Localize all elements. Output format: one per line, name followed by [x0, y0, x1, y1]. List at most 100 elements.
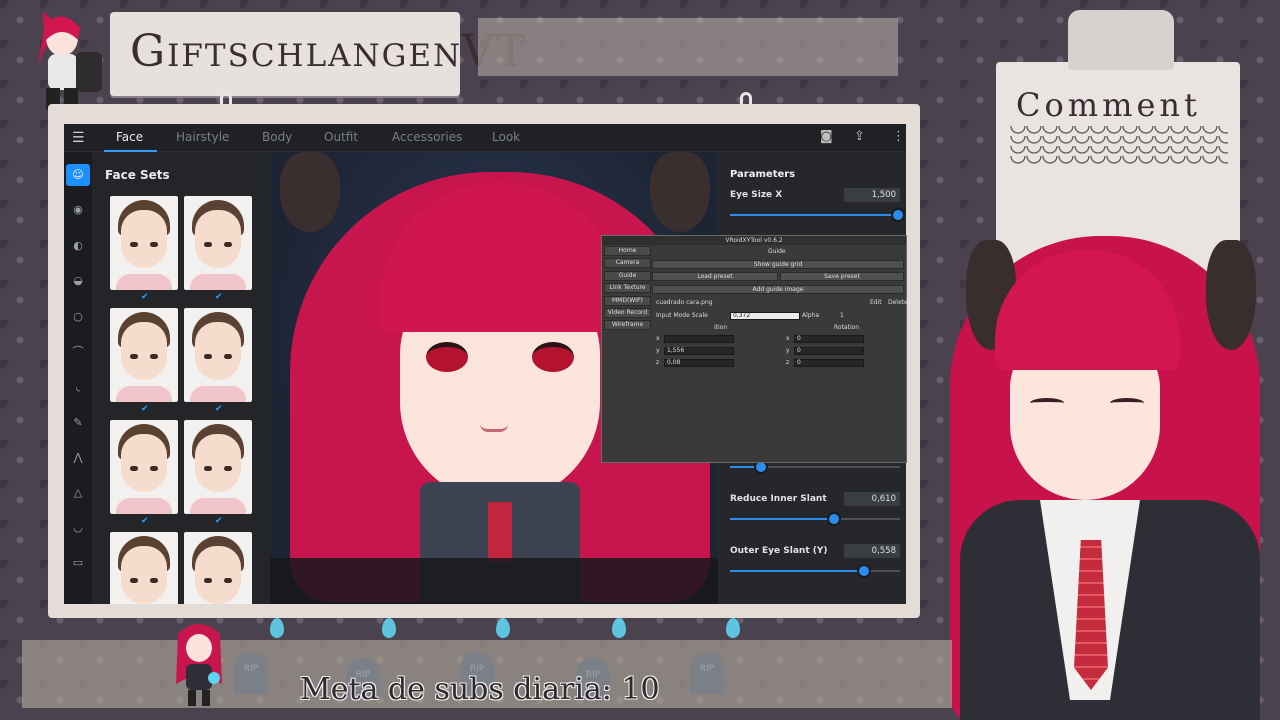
avatar-tie [488, 502, 512, 562]
selected-check-icon: ✔ [141, 292, 149, 302]
dialog-nav-mmd[interactable]: MMD(WIP) [604, 295, 651, 306]
parameter-label: Eye Size X [730, 190, 783, 200]
eyebrow-icon[interactable]: ⌒ [70, 344, 86, 360]
selected-check-icon: ✔ [215, 516, 223, 526]
chin-icon[interactable]: ◡ [70, 520, 86, 536]
tab-face[interactable]: Face [103, 130, 158, 152]
more-icon[interactable]: ⋮ [892, 129, 905, 144]
spirit-flame-icon [612, 618, 626, 638]
jaw-icon[interactable]: ◟ [70, 379, 86, 395]
pos-y-input[interactable]: 1,556 [664, 347, 734, 355]
rot-x-input[interactable]: 0 [794, 335, 864, 343]
parameter-slider-knob[interactable] [857, 564, 872, 578]
face-set-thumbnail[interactable] [110, 420, 178, 514]
guide-delete-button[interactable]: Delete [888, 299, 908, 307]
mini-mascot-image [168, 614, 230, 708]
dialog-title: VRoidXYTool v0.6.2 [602, 236, 906, 245]
pos-z-label: z [656, 359, 660, 366]
selected-check-icon: ✔ [141, 404, 149, 414]
spirit-flame-icon [726, 618, 740, 638]
comment-scallop-decoration [1010, 126, 1228, 164]
pos-x-input[interactable] [664, 335, 734, 343]
eyeliner-icon[interactable]: ▭ [70, 555, 86, 571]
tab-look[interactable]: Look [492, 130, 520, 144]
rot-z-label: z [786, 359, 790, 366]
rot-z-input[interactable]: 0 [794, 359, 864, 367]
avatar-horn-left [280, 152, 340, 232]
pos-z-input[interactable]: 0,08 [664, 359, 734, 367]
rot-y-label: y [786, 347, 790, 354]
mouth-icon[interactable]: ○ [70, 309, 86, 325]
dialog-nav-home[interactable]: Home [604, 246, 651, 256]
face-sets-panel: Face Sets ✔ ✔ ✔ ✔ ✔ ✔ [92, 152, 296, 604]
selected-check-icon: ✔ [141, 516, 149, 526]
tab-outfit[interactable]: Outfit [324, 130, 358, 144]
face-sets-title: Face Sets [105, 168, 170, 182]
tombstone-icon: RIP [690, 652, 724, 694]
parameter-value-input[interactable]: 0,610 [844, 492, 900, 506]
face-set-thumbnail[interactable] [184, 532, 252, 604]
avatar-mouth [480, 424, 508, 432]
add-guide-image-button[interactable]: Add guide image [652, 285, 904, 294]
parameter-value-input[interactable]: 1,500 [844, 188, 900, 202]
rotation-label: Rotation [834, 324, 860, 331]
face-set-thumbnail[interactable] [184, 420, 252, 514]
dialog-sidebar: Home Camera Guide Link Texture MMD(WIP) … [604, 246, 651, 333]
scale-input[interactable]: 0,372 [730, 312, 800, 320]
comment-board-clip [1068, 10, 1174, 70]
hamburger-menu-icon[interactable]: ☰ [72, 130, 85, 146]
parameter-value-input[interactable]: 0,558 [844, 544, 900, 558]
guide-edit-toggle[interactable]: Edit [870, 299, 882, 307]
lash-icon[interactable]: ⋀ [70, 450, 86, 466]
rot-y-input[interactable]: 0 [794, 347, 864, 355]
pos-y-label: y [656, 347, 660, 354]
dialog-nav-guide[interactable]: Guide [604, 270, 651, 281]
save-preset-button[interactable]: Save preset [780, 272, 904, 281]
streamer-name-card: GiftschlangenVT [110, 12, 525, 96]
face-set-thumbnail[interactable] [110, 308, 178, 402]
guide-section-title: Guide [768, 248, 786, 255]
brush-icon[interactable]: ✎ [70, 415, 86, 431]
eye-icon[interactable]: ◉ [70, 202, 86, 218]
input-mode-scale-label: Input Mode Scale [656, 312, 708, 319]
parameter-slider-track[interactable] [730, 512, 900, 526]
parameter-slider-fill [730, 518, 834, 520]
dialog-nav-camera[interactable]: Camera [604, 258, 651, 269]
ear-icon[interactable]: ◐ [70, 238, 86, 254]
parameter-slider-track[interactable] [730, 564, 900, 578]
face-set-thumbnail[interactable] [110, 196, 178, 290]
selected-check-icon: ✔ [215, 404, 223, 414]
parameter-slider-knob[interactable] [826, 512, 841, 526]
avatar-eye-right [532, 342, 574, 372]
face-set-thumbnail[interactable] [110, 532, 178, 604]
dialog-nav-link-texture[interactable]: Link Texture [604, 283, 651, 294]
parameter-slider-fill [730, 214, 899, 216]
export-icon[interactable]: ⇪ [854, 129, 865, 144]
tab-body[interactable]: Body [262, 130, 292, 144]
top-tab-bar: ☰ Face Hairstyle Body Outfit Accessories… [64, 124, 906, 152]
sub-goal-text: Meta de subs diaria: 10 [300, 672, 660, 707]
tab-accessories[interactable]: Accessories [392, 130, 462, 144]
spirit-flame-icon [496, 618, 510, 638]
face-set-icon[interactable]: ☺ [66, 164, 90, 186]
camera-icon[interactable]: ◙ [820, 129, 833, 144]
parameter-slider-track[interactable] [730, 460, 900, 474]
avatar-eye-left [426, 342, 468, 372]
vroid-xy-tool-dialog: VRoidXYTool v0.6.2 Home Camera Guide Lin… [601, 235, 908, 463]
nose-icon[interactable]: ◒ [70, 273, 86, 289]
alpha-value[interactable]: 1 [840, 312, 844, 320]
parameter-slider-track[interactable] [730, 208, 906, 222]
dialog-nav-wireframe[interactable]: Wireframe [604, 320, 651, 331]
cone-icon[interactable]: △ [70, 485, 86, 501]
dialog-nav-video-record[interactable]: Video Record [604, 307, 651, 318]
alpha-label: Alpha [802, 312, 820, 319]
rot-x-label: x [786, 335, 790, 342]
load-preset-button[interactable]: Load preset [652, 272, 778, 281]
face-set-thumbnail[interactable] [184, 308, 252, 402]
face-set-thumbnail[interactable] [184, 196, 252, 290]
pos-x-label: x [656, 335, 660, 342]
parameter-slider-knob[interactable] [891, 208, 906, 222]
tab-hairstyle[interactable]: Hairstyle [176, 130, 229, 144]
show-guide-grid-button[interactable]: Show guide grid [652, 260, 904, 269]
chibi-mascot-image [18, 6, 110, 118]
